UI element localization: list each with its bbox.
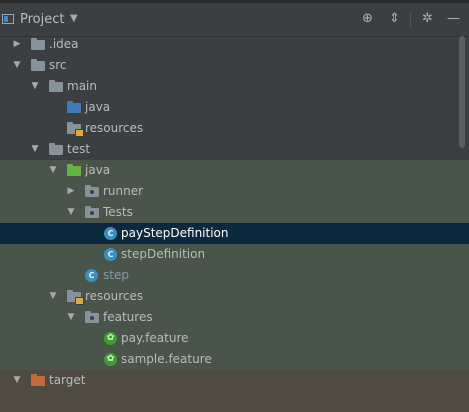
tree-item-paystepdefinition[interactable]: C payStepDefinition <box>0 223 469 244</box>
tree-item-label: main <box>67 79 97 93</box>
vertical-scrollbar-thumb[interactable] <box>459 36 465 148</box>
expanded-arrow-icon[interactable]: ▼ <box>11 370 23 391</box>
tree-item-label: features <box>103 310 153 324</box>
folder-icon <box>31 38 45 50</box>
tree-item-pay-feature[interactable]: ✿ pay.feature <box>0 328 469 349</box>
hide-icon[interactable]: — <box>447 12 460 26</box>
expanded-arrow-icon[interactable]: ▼ <box>65 307 77 328</box>
collapsed-arrow-icon[interactable]: ▶ <box>65 181 77 202</box>
excluded-folder-icon <box>31 374 45 386</box>
package-icon <box>85 206 99 218</box>
tree-item-label: sample.feature <box>121 352 212 366</box>
tree-item-label: resources <box>85 121 144 135</box>
locate-icon[interactable]: ⊕ <box>362 12 373 26</box>
tree-item-main-resources[interactable]: resources <box>0 118 469 139</box>
resources-marker <box>75 129 84 137</box>
expanded-arrow-icon[interactable]: ▼ <box>47 286 59 307</box>
project-tree: ▶ .idea ▼ src ▼ main java resources ▼ te… <box>0 34 469 412</box>
tree-item-src[interactable]: ▼ src <box>0 55 469 76</box>
expanded-arrow-icon[interactable]: ▼ <box>11 55 23 76</box>
tree-item-label: test <box>67 142 91 156</box>
source-folder-icon <box>67 101 81 113</box>
tree-item-partial <box>0 391 469 412</box>
tree-item-label: .idea <box>49 37 79 51</box>
tree-item-step[interactable]: C step <box>0 265 469 286</box>
tree-item-stepdefinition[interactable]: C stepDefinition <box>0 244 469 265</box>
project-view-icon <box>2 14 14 24</box>
tree-item-label: src <box>49 58 67 72</box>
project-tool-window-header: Project ▼ ⊕ ⇕ ✲ — <box>0 3 469 37</box>
tree-item-label: java <box>85 163 111 177</box>
folder-icon <box>49 143 63 155</box>
tree-item-sample-feature[interactable]: ✿ sample.feature <box>0 349 469 370</box>
tree-item-idea[interactable]: ▶ .idea <box>0 34 469 55</box>
folder-icon <box>31 59 45 71</box>
tree-item-label: runner <box>103 184 144 198</box>
expanded-arrow-icon[interactable]: ▼ <box>47 160 59 181</box>
tree-item-label: step <box>103 268 129 282</box>
test-source-folder-icon <box>67 164 81 176</box>
collapsed-arrow-icon[interactable]: ▶ <box>11 34 23 55</box>
tree-item-label: java <box>85 100 111 114</box>
tree-item-test[interactable]: ▼ test <box>0 139 469 160</box>
cucumber-icon: ✿ <box>104 353 117 366</box>
tree-item-label: Tests <box>103 205 133 219</box>
tree-item-test-java[interactable]: ▼ java <box>0 160 469 181</box>
cucumber-icon: ✿ <box>104 332 117 345</box>
collapse-all-icon[interactable]: ⇕ <box>389 12 400 26</box>
resources-marker <box>75 297 84 305</box>
expanded-arrow-icon[interactable]: ▼ <box>29 76 41 97</box>
class-icon: C <box>104 227 117 240</box>
class-icon: C <box>104 248 117 261</box>
expanded-arrow-icon[interactable]: ▼ <box>65 202 77 223</box>
tree-item-features[interactable]: ▼ features <box>0 307 469 328</box>
tree-item-label: resources <box>85 289 144 303</box>
test-resources-folder-icon <box>67 290 84 305</box>
package-icon <box>85 311 99 323</box>
toolbar-separator <box>410 13 411 27</box>
tree-item-test-resources[interactable]: ▼ resources <box>0 286 469 307</box>
package-icon <box>85 185 99 197</box>
gear-icon[interactable]: ✲ <box>422 12 433 26</box>
tree-item-label: target <box>49 373 86 387</box>
resources-folder-icon <box>67 122 84 137</box>
tree-item-label: pay.feature <box>121 331 189 345</box>
tree-item-main[interactable]: ▼ main <box>0 76 469 97</box>
expanded-arrow-icon[interactable]: ▼ <box>29 139 41 160</box>
tree-item-tests[interactable]: ▼ Tests <box>0 202 469 223</box>
tree-item-target[interactable]: ▼ target <box>0 370 469 391</box>
tree-item-label: payStepDefinition <box>121 226 229 240</box>
tree-item-runner[interactable]: ▶ runner <box>0 181 469 202</box>
tree-item-label: stepDefinition <box>121 247 206 261</box>
project-view-title[interactable]: Project <box>20 12 64 27</box>
folder-icon <box>49 80 63 92</box>
tree-item-main-java[interactable]: java <box>0 97 469 118</box>
class-icon: C <box>85 269 98 282</box>
dropdown-caret-icon[interactable]: ▼ <box>70 13 78 24</box>
